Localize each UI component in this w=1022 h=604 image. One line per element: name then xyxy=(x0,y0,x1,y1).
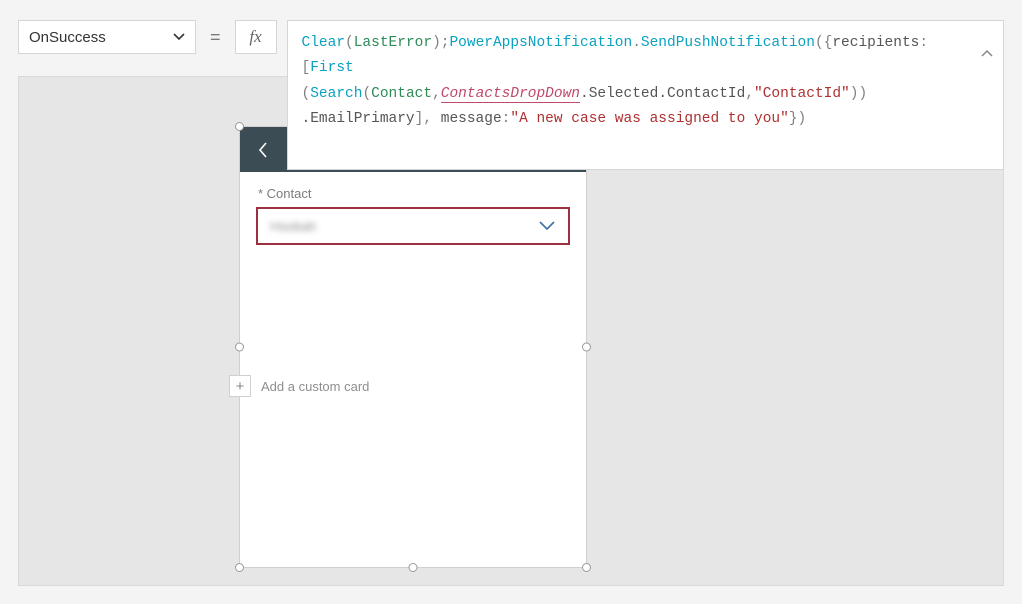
plus-icon: + xyxy=(229,375,251,397)
contacts-dropdown[interactable]: Hoobah xyxy=(256,207,570,245)
chevron-down-icon xyxy=(173,30,185,44)
token-highlight: ContactsDropDown xyxy=(441,86,580,103)
token-prop: recipients xyxy=(832,35,919,51)
chevron-down-icon xyxy=(538,218,556,235)
add-custom-card-button[interactable]: + Add a custom card xyxy=(240,375,586,397)
token-var: Contact xyxy=(371,86,432,102)
formula-bar-input[interactable]: Clear(LastError);PowerAppsNotification.S… xyxy=(287,20,1004,170)
fx-label: fx xyxy=(249,27,261,47)
token-fn: Clear xyxy=(302,35,346,51)
resize-handle[interactable] xyxy=(235,563,244,572)
token-punc: . xyxy=(632,35,641,51)
property-selector-label: OnSuccess xyxy=(29,29,106,46)
collapse-caret-icon[interactable] xyxy=(981,45,993,66)
token-punc: ( xyxy=(362,86,371,102)
contact-card-label: * Contact xyxy=(240,172,586,207)
add-custom-card-label: Add a custom card xyxy=(261,379,369,394)
token-prop: message xyxy=(441,111,502,127)
token-fn: First xyxy=(310,60,354,76)
token-punc: , xyxy=(432,86,441,102)
token-fn: SendPushNotification xyxy=(641,35,815,51)
resize-handle[interactable] xyxy=(582,563,591,572)
token-punc: ); xyxy=(432,35,449,51)
fx-button[interactable]: fx xyxy=(235,20,277,54)
token-punc: ], xyxy=(415,111,441,127)
token-punc: ({ xyxy=(815,35,832,51)
resize-handle[interactable] xyxy=(409,563,418,572)
token-string: "ContactId" xyxy=(754,86,850,102)
token-prop: .Selected.ContactId xyxy=(580,86,745,102)
resize-handle[interactable] xyxy=(582,343,591,352)
form-control[interactable]: * Contact Hoobah + Add a custom card xyxy=(239,126,587,568)
token-punc: )) xyxy=(850,86,867,102)
equals-sign: = xyxy=(206,20,225,54)
token-punc: ( xyxy=(302,86,311,102)
property-selector[interactable]: OnSuccess xyxy=(18,20,196,54)
token-punc: , xyxy=(745,86,754,102)
token-prop: .EmailPrimary xyxy=(302,111,415,127)
token-string: "A new case was assigned to you" xyxy=(510,111,788,127)
token-punc: ( xyxy=(345,35,354,51)
token-punc: }) xyxy=(789,111,806,127)
token-var: LastError xyxy=(354,35,432,51)
token-fn: Search xyxy=(310,86,362,102)
token-fn: PowerAppsNotification xyxy=(449,35,632,51)
dropdown-selected-value: Hoobah xyxy=(270,218,316,234)
resize-handle[interactable] xyxy=(235,343,244,352)
